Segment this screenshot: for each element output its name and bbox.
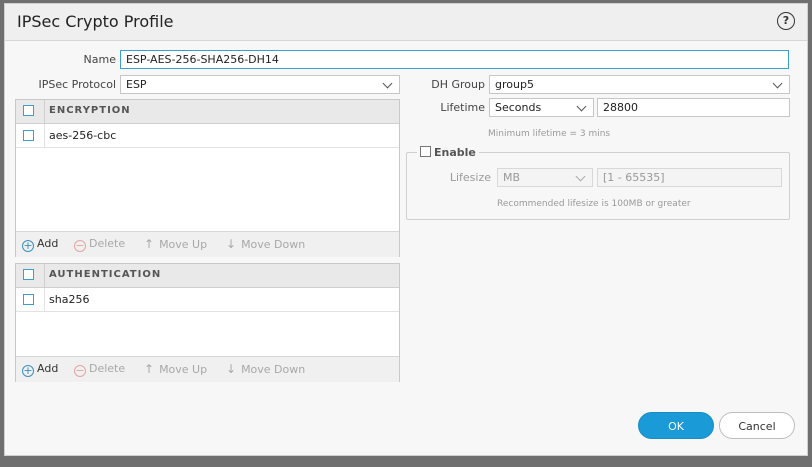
- enable-checkbox[interactable]: [420, 146, 431, 157]
- arrow-up-icon: ↑: [144, 237, 155, 251]
- move-down-button[interactable]: ↓ Move Down: [226, 362, 305, 376]
- lifesize-input[interactable]: [1 - 65535]: [597, 168, 782, 187]
- encryption-cell: aes-256-cbc: [49, 129, 117, 142]
- minus-circle-icon: −: [74, 364, 86, 377]
- ipsec-protocol-label: IPSec Protocol: [38, 78, 117, 91]
- encryption-select-all-checkbox[interactable]: [23, 105, 34, 116]
- minus-circle-icon: −: [74, 239, 86, 252]
- cancel-button[interactable]: Cancel: [719, 412, 795, 439]
- add-button[interactable]: + Add: [22, 237, 58, 252]
- authentication-select-all-checkbox[interactable]: [23, 269, 34, 280]
- table-row[interactable]: sha256: [16, 288, 399, 312]
- lifetime-input[interactable]: 28800: [597, 98, 790, 117]
- lifetime-unit-select[interactable]: Seconds: [489, 98, 594, 117]
- dh-group-label: DH Group: [431, 78, 485, 91]
- dh-group-select[interactable]: group5: [489, 75, 790, 94]
- lifesize-hint: Recommended lifesize is 100MB or greater: [497, 199, 691, 209]
- lifetime-hint: Minimum lifetime = 3 mins: [488, 129, 611, 139]
- name-label: Name: [83, 53, 116, 66]
- dialog-titlebar: IPSec Crypto Profile ?: [5, 4, 807, 41]
- enable-label: Enable: [434, 146, 476, 159]
- arrow-down-icon: ↓: [226, 237, 237, 251]
- table-row[interactable]: aes-256-cbc: [16, 124, 399, 148]
- plus-circle-icon: +: [22, 239, 34, 252]
- encryption-toolbar: + Add − Delete ↑ Move Up ↓ Move Down: [16, 231, 399, 257]
- lifesize-unit-select[interactable]: MB: [497, 168, 593, 187]
- authentication-panel: AUTHENTICATION sha256 + Add − Delete ↑ Move…: [15, 263, 400, 382]
- dialog-title: IPSec Crypto Profile: [17, 12, 174, 31]
- lifesize-enable[interactable]: Enable: [417, 146, 479, 159]
- authentication-toolbar: + Add − Delete ↑ Move Up ↓ Move Down: [16, 356, 399, 382]
- authentication-column-header: AUTHENTICATION: [49, 269, 162, 280]
- help-icon[interactable]: ?: [777, 12, 795, 30]
- delete-button[interactable]: − Delete: [74, 237, 125, 252]
- name-input[interactable]: ESP-AES-256-SHA256-DH14: [120, 50, 789, 69]
- ok-button[interactable]: OK: [638, 412, 714, 439]
- ipsec-crypto-profile-dialog: IPSec Crypto Profile ? Name ESP-AES-256-…: [4, 3, 808, 456]
- encryption-column-header: ENCRYPTION: [49, 105, 131, 116]
- authentication-header: AUTHENTICATION: [16, 264, 399, 288]
- authentication-cell: sha256: [49, 293, 90, 306]
- delete-button[interactable]: − Delete: [74, 362, 125, 377]
- move-down-button[interactable]: ↓ Move Down: [226, 237, 305, 251]
- row-checkbox[interactable]: [23, 130, 34, 141]
- lifesize-label: Lifesize: [449, 171, 491, 184]
- encryption-header: ENCRYPTION: [16, 100, 399, 124]
- arrow-up-icon: ↑: [144, 362, 155, 376]
- row-checkbox[interactable]: [23, 294, 34, 305]
- add-button[interactable]: + Add: [22, 362, 58, 377]
- move-up-button[interactable]: ↑ Move Up: [144, 362, 207, 376]
- ipsec-protocol-select[interactable]: ESP: [120, 75, 400, 94]
- arrow-down-icon: ↓: [226, 362, 237, 376]
- move-up-button[interactable]: ↑ Move Up: [144, 237, 207, 251]
- plus-circle-icon: +: [22, 364, 34, 377]
- lifetime-label: Lifetime: [440, 101, 485, 114]
- encryption-panel: ENCRYPTION aes-256-cbc + Add − Delete ↑ Mov…: [15, 99, 400, 257]
